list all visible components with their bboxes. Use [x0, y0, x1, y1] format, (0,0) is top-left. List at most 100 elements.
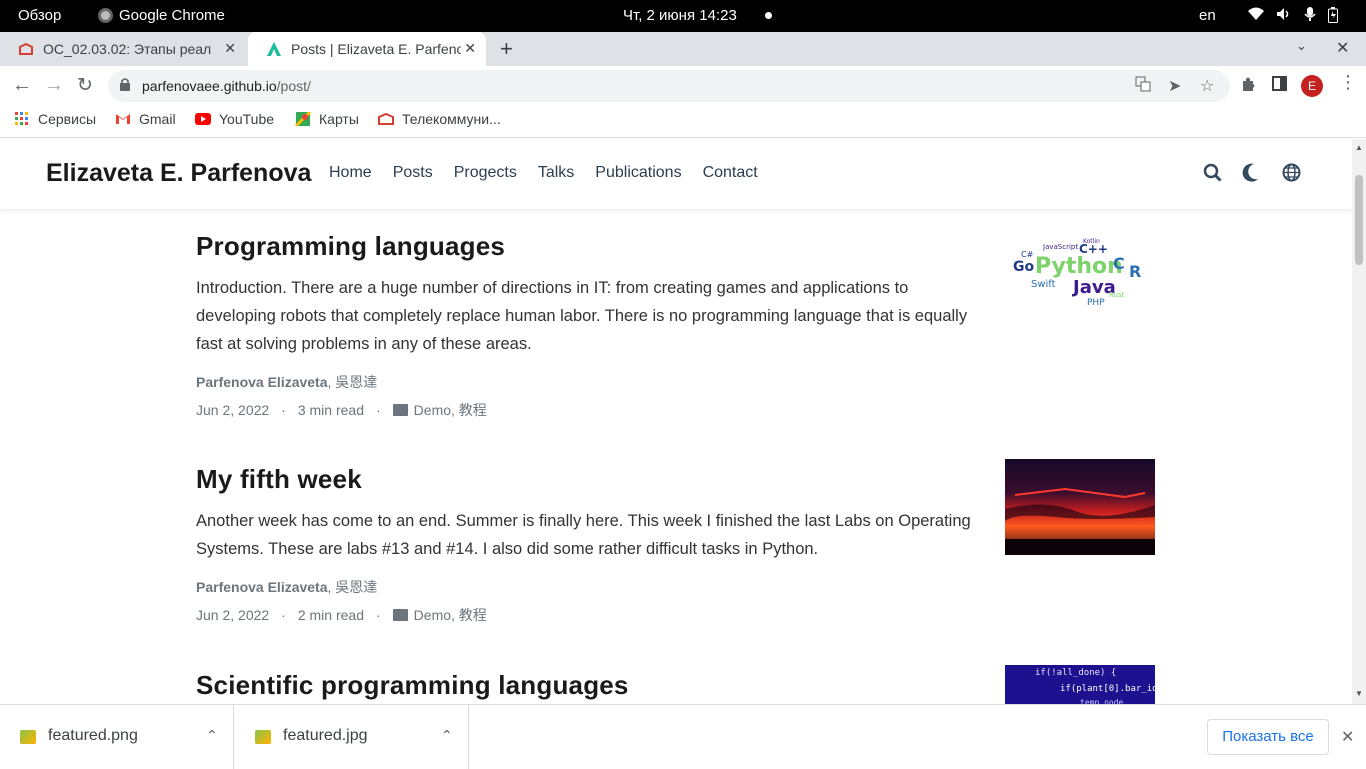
wordcloud-word: PHP — [1087, 298, 1105, 308]
close-tab-icon[interactable]: ✕ — [464, 40, 476, 57]
lock-icon[interactable] — [120, 78, 130, 91]
search-icon[interactable] — [1203, 163, 1222, 187]
scroll-down-arrow-icon[interactable]: ▼ — [1355, 689, 1363, 698]
tab-strip: ОС_02.03.02: Этапы реал ✕ Posts | Elizav… — [0, 32, 1366, 66]
post-thumbnail-wordcloud[interactable]: Python Java Go C++ C R Swift PHP JavaScr… — [1005, 223, 1155, 319]
meta-separator: · — [376, 402, 381, 418]
post-card: Programming languages Introduction. Ther… — [196, 227, 1156, 420]
download-item[interactable]: featured.png ⌃ — [0, 705, 234, 769]
post-meta: Jun 2, 2022 · 3 min read · Demo, 教程 — [196, 400, 1156, 420]
post-card: Scientific programming languages if(!all… — [196, 665, 1156, 704]
wordcloud-word: JavaScript — [1042, 243, 1078, 251]
download-filename: featured.png — [48, 727, 138, 744]
bookmark-star-icon[interactable]: ☆ — [1200, 76, 1214, 96]
wordcloud-word: C — [1113, 254, 1125, 273]
bookmark-gmail[interactable]: Gmail — [115, 111, 176, 127]
bookmark-label: Карты — [319, 111, 359, 127]
post-authors: Parfenova Elizaveta, 吳恩達 — [196, 577, 1156, 597]
download-item[interactable]: featured.jpg ⌃ — [235, 705, 469, 769]
wordcloud-word: C# — [1021, 250, 1034, 259]
menu-item-talks[interactable]: Talks — [538, 164, 574, 182]
author-link[interactable]: Parfenova Elizaveta — [196, 579, 328, 595]
moodle-favicon-icon — [19, 42, 33, 55]
back-icon[interactable]: ← — [12, 74, 32, 97]
profile-avatar[interactable]: E — [1301, 75, 1323, 97]
extensions-icon[interactable] — [1240, 76, 1256, 97]
post-meta: Jun 2, 2022 · 2 min read · Demo, 教程 — [196, 605, 1156, 625]
clock[interactable]: Чт, 2 июня 14:23 — [623, 7, 737, 24]
author-rest[interactable]: , 吳恩達 — [328, 579, 378, 595]
new-tab-button[interactable]: + — [500, 36, 513, 62]
maps-icon — [295, 112, 311, 126]
post-card: My fifth week Another week has come to a… — [196, 459, 1156, 625]
activities-button[interactable]: Обзор — [18, 7, 61, 24]
tab-search-chevron-icon[interactable]: ⌄ — [1296, 38, 1307, 54]
apps-grid-icon — [15, 112, 28, 125]
menu-item-progects[interactable]: Progects — [454, 164, 517, 182]
bookmark-label: Gmail — [139, 111, 176, 127]
dark-mode-moon-icon[interactable] — [1242, 163, 1259, 187]
close-tab-icon[interactable]: ✕ — [224, 40, 236, 57]
post-thumbnail-code[interactable]: if(!all_done) { if(plant[0].bar_id = 1 t… — [1005, 665, 1155, 704]
tab-os-course[interactable]: ОС_02.03.02: Этапы реал ✕ — [0, 32, 246, 66]
chevron-up-icon[interactable]: ⌃ — [206, 727, 218, 744]
meta-separator: · — [376, 607, 381, 623]
image-file-icon — [255, 730, 271, 744]
wordcloud-word: R — [1129, 262, 1141, 281]
show-all-downloads-button[interactable]: Показать все — [1207, 719, 1329, 755]
chrome-icon — [98, 8, 113, 23]
wordcloud-word: Go — [1013, 259, 1034, 275]
send-icon[interactable]: ➤ — [1168, 76, 1181, 96]
post-reading-time: 3 min read — [297, 402, 364, 418]
downloads-bar: featured.png ⌃ featured.jpg ⌃ Показать в… — [0, 704, 1366, 769]
menu-item-contact[interactable]: Contact — [703, 164, 758, 182]
code-line: if(!all_done) { — [1035, 668, 1116, 678]
keyboard-layout[interactable]: en — [1199, 7, 1216, 24]
tab-title: Posts | Elizaveta E. Parfenova — [291, 41, 461, 57]
moodle-icon — [378, 112, 394, 125]
tab-posts[interactable]: Posts | Elizaveta E. Parfenova ✕ — [248, 32, 486, 66]
post-categories[interactable]: Demo, 教程 — [414, 605, 487, 625]
window-close-icon[interactable]: ✕ — [1336, 38, 1349, 58]
system-tray[interactable] — [1248, 7, 1338, 26]
forward-icon[interactable]: → — [44, 74, 64, 97]
chrome-menu-icon[interactable]: ⋮ — [1339, 72, 1357, 93]
side-panel-icon[interactable] — [1272, 76, 1287, 96]
reload-icon[interactable]: ↻ — [77, 74, 93, 97]
post-authors: Parfenova Elizaveta, 吳恩達 — [196, 372, 1156, 392]
chevron-up-icon[interactable]: ⌃ — [441, 727, 453, 744]
translate-icon[interactable] — [1135, 76, 1151, 97]
page-viewport: Elizaveta E. Parfenova Home Posts Progec… — [0, 139, 1352, 704]
wifi-icon — [1248, 7, 1264, 26]
language-globe-icon[interactable] — [1282, 163, 1301, 187]
site-navbar: Elizaveta E. Parfenova Home Posts Progec… — [0, 139, 1352, 209]
notification-dot-icon — [765, 12, 772, 19]
author-link[interactable]: Parfenova Elizaveta — [196, 374, 328, 390]
address-bar[interactable]: parfenovaee.github.io/post/ ➤ ☆ — [108, 70, 1230, 102]
code-line: if(plant[0].bar_id = 1 — [1060, 684, 1155, 694]
folder-icon — [392, 404, 408, 416]
author-rest[interactable]: , 吳恩達 — [328, 374, 378, 390]
site-menu: Home Posts Progects Talks Publications C… — [329, 164, 758, 182]
bookmark-label: YouTube — [219, 111, 275, 127]
close-downloads-icon[interactable]: ✕ — [1341, 727, 1354, 747]
download-filename: featured.jpg — [283, 727, 368, 744]
tab-title: ОС_02.03.02: Этапы реал — [43, 41, 212, 57]
scrollbar-thumb[interactable] — [1355, 175, 1363, 265]
bookmark-maps[interactable]: Карты — [295, 111, 359, 127]
bookmark-apps[interactable]: Сервисы — [14, 111, 96, 127]
app-name: Google Chrome — [119, 7, 225, 24]
post-date: Jun 2, 2022 — [196, 402, 270, 418]
post-categories[interactable]: Demo, 教程 — [414, 400, 487, 420]
page-scrollbar[interactable]: ▲ ▼ — [1352, 139, 1366, 704]
site-brand[interactable]: Elizaveta E. Parfenova — [46, 159, 311, 188]
app-menu[interactable]: Google Chrome — [98, 7, 225, 24]
bookmarks-bar: Сервисы Gmail YouTube Карты Телекоммуни.… — [0, 106, 1366, 138]
menu-item-home[interactable]: Home — [329, 164, 372, 182]
bookmark-youtube[interactable]: YouTube — [195, 111, 274, 127]
menu-item-publications[interactable]: Publications — [595, 164, 681, 182]
menu-item-posts[interactable]: Posts — [393, 164, 433, 182]
post-thumbnail-sunset[interactable] — [1005, 459, 1155, 555]
scroll-up-arrow-icon[interactable]: ▲ — [1355, 143, 1363, 152]
bookmark-telecom[interactable]: Телекоммуни... — [378, 111, 501, 127]
